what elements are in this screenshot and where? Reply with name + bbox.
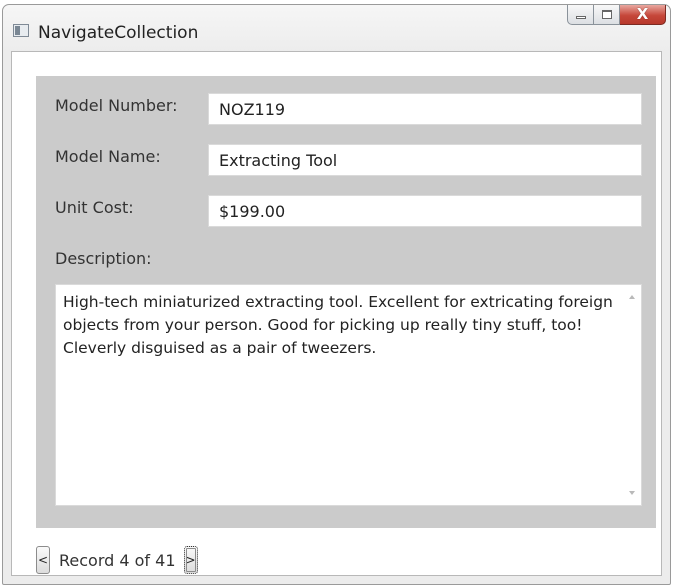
maximize-button[interactable]	[594, 5, 620, 25]
window-title: NavigateCollection	[38, 23, 199, 43]
scroll-down-arrow-icon[interactable]	[629, 491, 635, 495]
close-icon: X	[636, 5, 649, 23]
unit-cost-label: Unit Cost:	[55, 198, 134, 217]
minimize-button[interactable]	[567, 5, 594, 25]
app-window: NavigateCollection X Model Number: Model…	[2, 4, 671, 585]
caption-buttons: X	[567, 5, 666, 26]
record-navigation: < Record 4 of 41 >	[36, 544, 198, 576]
client-area: Model Number: Model Name: Unit Cost: Des…	[11, 51, 662, 576]
description-textarea[interactable]: High-tech miniaturized extracting tool. …	[55, 284, 642, 506]
product-form-panel: Model Number: Model Name: Unit Cost: Des…	[36, 76, 656, 528]
description-label: Description:	[55, 249, 152, 268]
title-bar[interactable]: NavigateCollection X	[3, 5, 670, 51]
scroll-up-arrow-icon[interactable]	[629, 295, 635, 299]
model-number-label: Model Number:	[55, 96, 178, 115]
close-button[interactable]: X	[620, 5, 666, 25]
description-text[interactable]: High-tech miniaturized extracting tool. …	[63, 291, 613, 360]
model-number-field[interactable]	[208, 93, 642, 125]
next-record-button[interactable]: >	[183, 546, 198, 574]
description-scrollbar[interactable]	[623, 285, 641, 505]
model-name-field[interactable]	[208, 144, 642, 176]
window-icon[interactable]	[13, 24, 29, 37]
minimize-icon	[575, 15, 586, 19]
record-position-text: Record 4 of 41	[59, 550, 176, 570]
unit-cost-field[interactable]	[208, 195, 642, 227]
model-name-label: Model Name:	[55, 147, 161, 166]
maximize-icon	[601, 10, 612, 19]
previous-record-button[interactable]: <	[36, 546, 50, 574]
